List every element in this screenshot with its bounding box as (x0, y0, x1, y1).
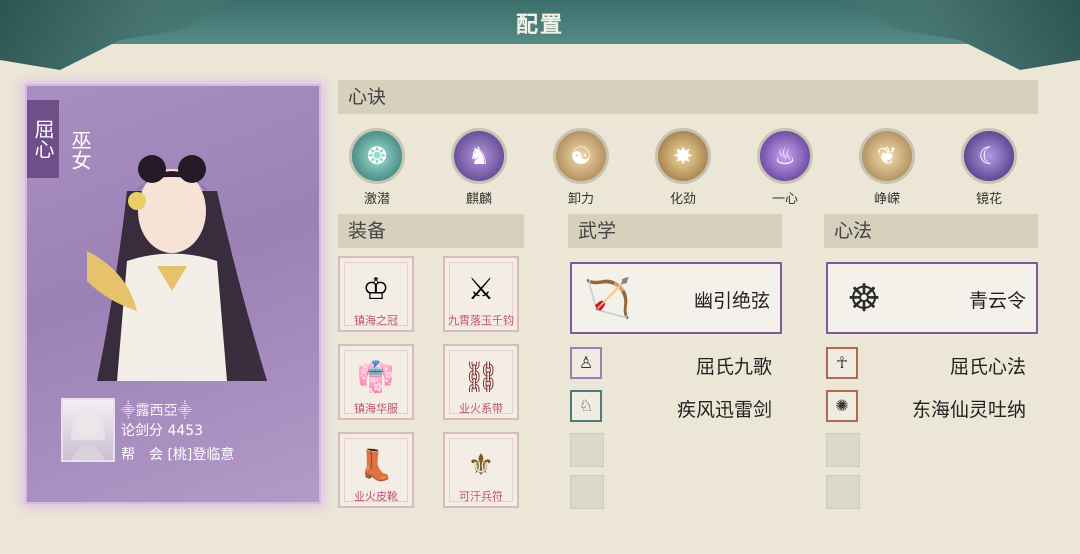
empty-slot[interactable] (570, 433, 604, 467)
skill-icon: ☾ (961, 128, 1017, 184)
empty-slot[interactable] (826, 433, 860, 467)
equip-slot-head[interactable]: ♔ 镇海之冠 (338, 256, 414, 332)
username: ⸎露西亞⸎ (121, 403, 193, 419)
robe-icon: 👘 (357, 360, 395, 395)
token-icon: ⚜ (467, 448, 495, 483)
section-header-wuxue: 武学 (568, 214, 782, 248)
equip-slot-weapon[interactable]: ⚔ 九霄落玉千钧 (443, 256, 519, 332)
equip-slot-body[interactable]: 👘 镇海华服 (338, 344, 414, 420)
character-card[interactable]: 屈心 巫女 ⸎露西亞⸎ 论剑分 4453 帮 会 [桃]登临意 (25, 84, 321, 504)
skill-icon: ☯ (553, 128, 609, 184)
empty-slot[interactable] (570, 475, 604, 509)
skill-slot[interactable]: ☯ 卸力 (550, 128, 612, 207)
belt-icon: ⛓ (461, 360, 501, 395)
player-info: ⸎露西亞⸎ 论剑分 4453 帮 会 [桃]登临意 (61, 398, 311, 494)
skill-icon: ♨ (757, 128, 813, 184)
page-title: 配置 (515, 13, 564, 38)
skill-icon: ❂ (349, 128, 405, 184)
skill-slot[interactable]: ❂ 激潜 (346, 128, 408, 207)
skill-slot[interactable]: ♨ 一心 (754, 128, 816, 207)
section-header-xinfa: 心法 (824, 214, 1038, 248)
martial-figure-icon: 🏹 (584, 276, 632, 320)
title-bar: 配置 (0, 0, 1080, 70)
equip-slot-belt[interactable]: ⛓ 业火系带 (443, 344, 519, 420)
score-value: 4453 (167, 423, 204, 439)
crown-icon: ♔ (362, 272, 390, 307)
skill-slot[interactable]: ❦ 峥嵘 (856, 128, 918, 207)
skill-icon: ❦ (859, 128, 915, 184)
guild-line: 帮 会 [桃]登临意 (121, 447, 235, 463)
section-header-equip: 装备 (338, 214, 524, 248)
guild-name: [桃]登临意 (167, 447, 235, 463)
equip-slot-boots[interactable]: 👢 业火皮靴 (338, 432, 414, 508)
boots-icon: 👢 (357, 448, 395, 483)
score-line: 论剑分 4453 (121, 423, 204, 439)
meditation-icon: ☸ (846, 276, 882, 320)
xinfa-main-slot[interactable]: ☸ 青云令 (826, 262, 1038, 334)
skill-slot[interactable]: ♞ 麒麟 (448, 128, 510, 207)
skill-icon: ✸ (655, 128, 711, 184)
character-portrait (87, 155, 267, 381)
skill-slot[interactable]: ☾ 镜花 (958, 128, 1020, 207)
equip-slot-token[interactable]: ⚜ 可汗兵符 (443, 432, 519, 508)
avatar[interactable] (61, 398, 115, 462)
character-tag: 屈心 (27, 100, 59, 178)
wuxue-main-slot[interactable]: 🏹 幽引绝弦 (570, 262, 782, 334)
skill-icon: ♞ (451, 128, 507, 184)
section-header-xinjue: 心诀 (338, 80, 1038, 114)
sword-icon: ⚔ (467, 272, 495, 307)
skill-slot[interactable]: ✸ 化劲 (652, 128, 714, 207)
empty-slot[interactable] (826, 475, 860, 509)
